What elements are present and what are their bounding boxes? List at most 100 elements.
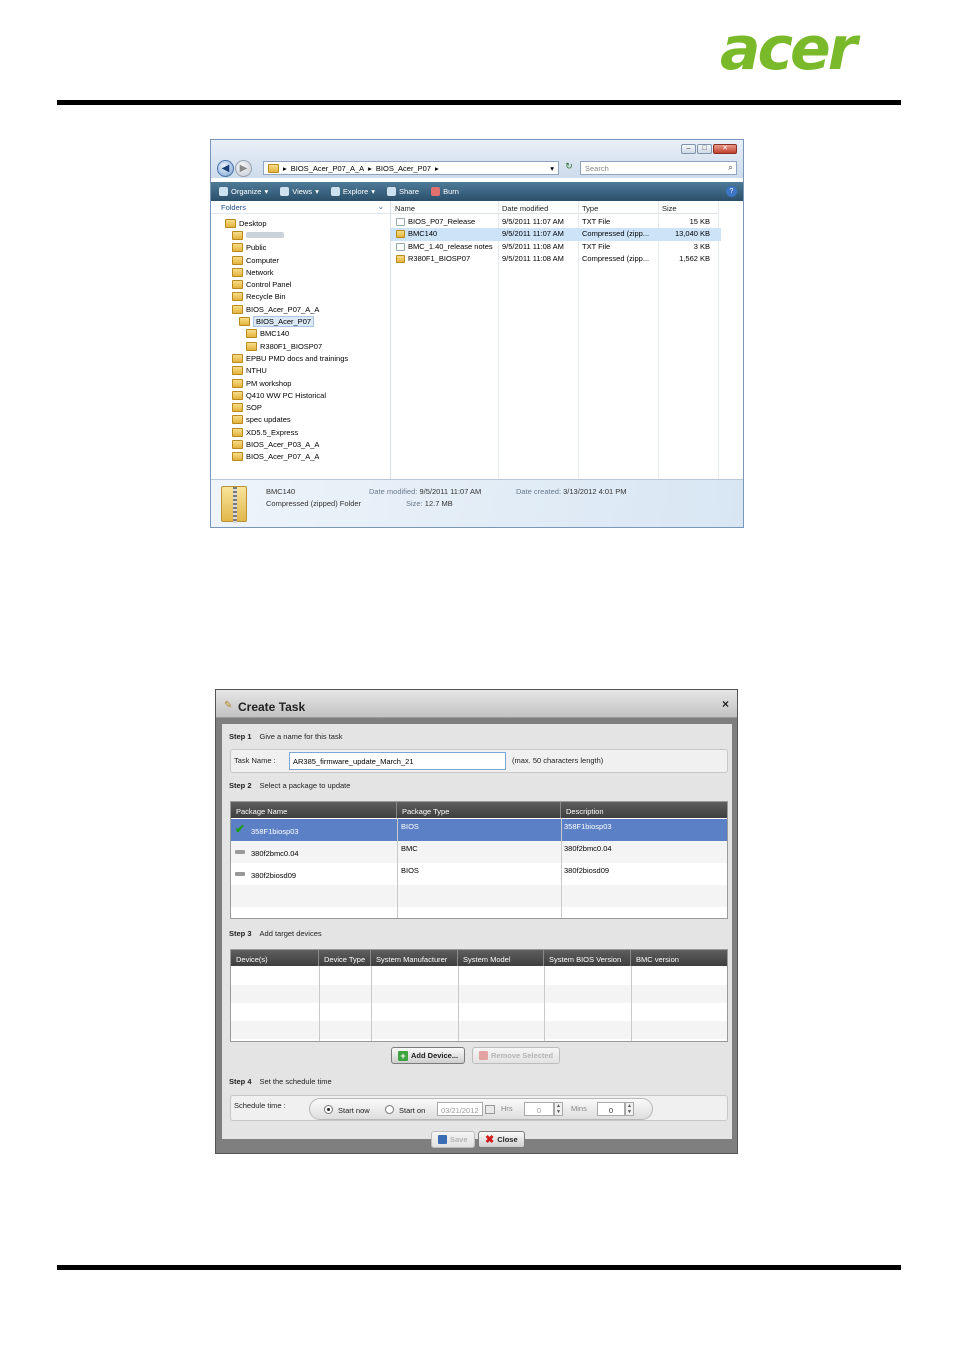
file-size: 15 KB	[689, 217, 710, 226]
tree-item[interactable]: SOP	[211, 401, 390, 413]
explore-button[interactable]: Explore ▾	[330, 187, 375, 196]
column-header-system-model[interactable]: System Model	[458, 950, 544, 966]
file-row[interactable]: BMC_1.40_release notes 9/5/2011 11:08 AM T…	[391, 241, 721, 253]
tree-item-label: PM workshop	[246, 378, 292, 388]
tree-item[interactable]: Network	[211, 266, 390, 278]
chevron-down-icon[interactable]: ▾	[550, 164, 554, 173]
mins-stepper[interactable]: ▲ ▼	[625, 1102, 634, 1116]
close-icon[interactable]: ×	[722, 697, 729, 711]
help-icon[interactable]: ?	[726, 186, 737, 197]
tree-item[interactable]: BIOS_Acer_P07	[211, 315, 390, 328]
package-row[interactable]: 380f2biosd09 BIOS 380f2biosd09	[231, 863, 727, 885]
tree-item[interactable]: PM workshop	[211, 377, 390, 389]
organize-button[interactable]: Organize ▾	[219, 187, 268, 196]
tree-item[interactable]: Control Panel	[211, 278, 390, 290]
device-row[interactable]	[231, 985, 727, 1003]
tree-item[interactable]: EPBU PMD docs and trainings	[211, 352, 390, 364]
search-icon: ⌕	[727, 162, 733, 172]
package-row[interactable]: ✔ 358F1biosp03 BIOS 358F1biosp03	[231, 819, 727, 841]
column-header-package-name[interactable]: Package Name	[231, 802, 397, 818]
file-name: BMC140	[408, 229, 438, 239]
zip-folder-icon	[221, 486, 247, 523]
remove-selected-button[interactable]: Remove Selected	[472, 1047, 561, 1064]
hrs-label: Hrs	[501, 1104, 513, 1113]
start-now-radio[interactable]	[324, 1105, 333, 1114]
minimize-button[interactable]: –	[681, 144, 696, 154]
close-dialog-button[interactable]: ✖ Close	[478, 1131, 525, 1148]
check-icon: ✔	[235, 822, 246, 836]
hrs-input[interactable]: 0	[524, 1102, 554, 1116]
search-input[interactable]: Search ⌕	[580, 161, 737, 175]
tree-item[interactable]: XD5.5_Express	[211, 426, 390, 438]
explorer-titlebar: – □ ✕ ◀ ▶ ▸ BIOS_Acer_P07_A_A ▸ BIOS_Ace…	[211, 140, 743, 178]
tree-item[interactable]	[211, 229, 390, 241]
device-row[interactable]	[231, 967, 727, 985]
tree-item[interactable]: Q410 WW PC Historical	[211, 389, 390, 401]
tree-item[interactable]: BMC140	[211, 328, 390, 340]
column-header-system-manufacturer[interactable]: System Manufacturer	[371, 950, 458, 966]
share-button[interactable]: Share	[387, 187, 419, 196]
file-row[interactable]: BIOS_P07_Release 9/5/2011 11:07 AM TXT Fil…	[391, 216, 721, 228]
breadcrumb-item[interactable]: BIOS_Acer_P07_A_A	[291, 164, 364, 173]
add-icon: +	[398, 1050, 408, 1061]
column-header-package-type[interactable]: Package Type	[397, 802, 561, 818]
package-desc: 380f2bmc0.04	[564, 844, 612, 853]
add-device-button[interactable]: + Add Device...	[391, 1047, 466, 1064]
column-header-device-type[interactable]: Device Type	[319, 950, 371, 966]
tree-item-label: EPBU PMD docs and trainings	[246, 353, 349, 363]
tree-item-label: SOP	[246, 403, 262, 413]
tree-item[interactable]: BIOS_Acer_P07_A_A	[211, 303, 390, 315]
close-button[interactable]: ✕	[713, 144, 737, 154]
back-arrow-icon[interactable]: ◀	[217, 160, 234, 177]
column-header-date[interactable]: Date modified	[498, 201, 578, 214]
save-button[interactable]: Save	[431, 1131, 475, 1148]
column-header-system-bios-version[interactable]: System BIOS Version	[544, 950, 631, 966]
breadcrumb-item[interactable]: BIOS_Acer_P07	[376, 164, 431, 173]
tree-item-label: Desktop	[239, 218, 267, 228]
column-header-size[interactable]: Size	[658, 201, 718, 214]
tree-item[interactable]: NTHU	[211, 365, 390, 377]
package-table: Package Name Package Type Description ⇹ …	[230, 801, 728, 919]
tree-item[interactable]: Computer	[211, 254, 390, 266]
mins-input[interactable]: 0	[597, 1102, 625, 1116]
calendar-icon[interactable]	[485, 1105, 495, 1114]
refresh-icon[interactable]: ↻	[561, 161, 577, 175]
start-on-radio[interactable]	[385, 1105, 394, 1114]
burn-button[interactable]: Burn	[431, 187, 459, 196]
package-row[interactable]: 380f2bmc0.04 BMC 380f2bmc0.04	[231, 841, 727, 863]
tree-item[interactable]: BIOS_Acer_P07_A_A	[211, 451, 390, 463]
column-header-bmc-version[interactable]: BMC version	[631, 950, 727, 966]
hrs-stepper[interactable]: ▲ ▼	[554, 1102, 563, 1116]
device-row[interactable]	[231, 1003, 727, 1021]
tree-item[interactable]: spec updates	[211, 414, 390, 426]
folder-icon	[246, 341, 257, 351]
details-kind: Compressed (zipped) Folder	[266, 499, 362, 508]
forward-arrow-icon[interactable]: ▶	[235, 160, 252, 177]
package-row[interactable]	[231, 885, 727, 907]
file-row[interactable]: BMC140 9/5/2011 11:07 AM Compressed (zipp.…	[391, 228, 721, 241]
tree-item[interactable]: Desktop	[211, 217, 390, 229]
package-name: 380f2bmc0.04	[251, 849, 299, 858]
views-icon	[280, 187, 290, 196]
tree-item[interactable]: Public	[211, 242, 390, 254]
tree-item[interactable]: R380F1_BIOSP07	[211, 340, 390, 352]
file-list-pane: Name Date modified Type Size BIOS_P07_Re…	[391, 201, 743, 479]
views-button[interactable]: Views ▾	[280, 187, 319, 196]
column-header-devices[interactable]: Device(s)	[231, 950, 319, 966]
folder-icon	[232, 267, 243, 277]
folder-icon	[232, 243, 243, 253]
header-rule	[57, 100, 901, 105]
device-row[interactable]	[231, 1021, 727, 1039]
dialog-body: Step 1 Give a name for this task Task Nam…	[222, 724, 732, 1139]
file-row[interactable]: R380F1_BIOSP07 9/5/2011 11:08 AM Compresse…	[391, 253, 721, 265]
maximize-button[interactable]: □	[697, 144, 712, 154]
column-header-name[interactable]: Name	[391, 201, 498, 214]
start-date-input[interactable]: 03/21/2012	[437, 1102, 483, 1116]
task-name-input[interactable]: AR385_firmware_update_March_21	[289, 752, 506, 770]
tree-item[interactable]: BIOS_Acer_P03_A_A	[211, 438, 390, 450]
address-bar[interactable]: ▸ BIOS_Acer_P07_A_A ▸ BIOS_Acer_P07 ▸ ▾	[263, 161, 559, 175]
folders-header[interactable]: Folders ⌄	[211, 201, 390, 214]
column-header-type[interactable]: Type	[578, 201, 658, 214]
column-header-description[interactable]: Description	[561, 802, 727, 818]
tree-item[interactable]: Recycle Bin	[211, 291, 390, 303]
